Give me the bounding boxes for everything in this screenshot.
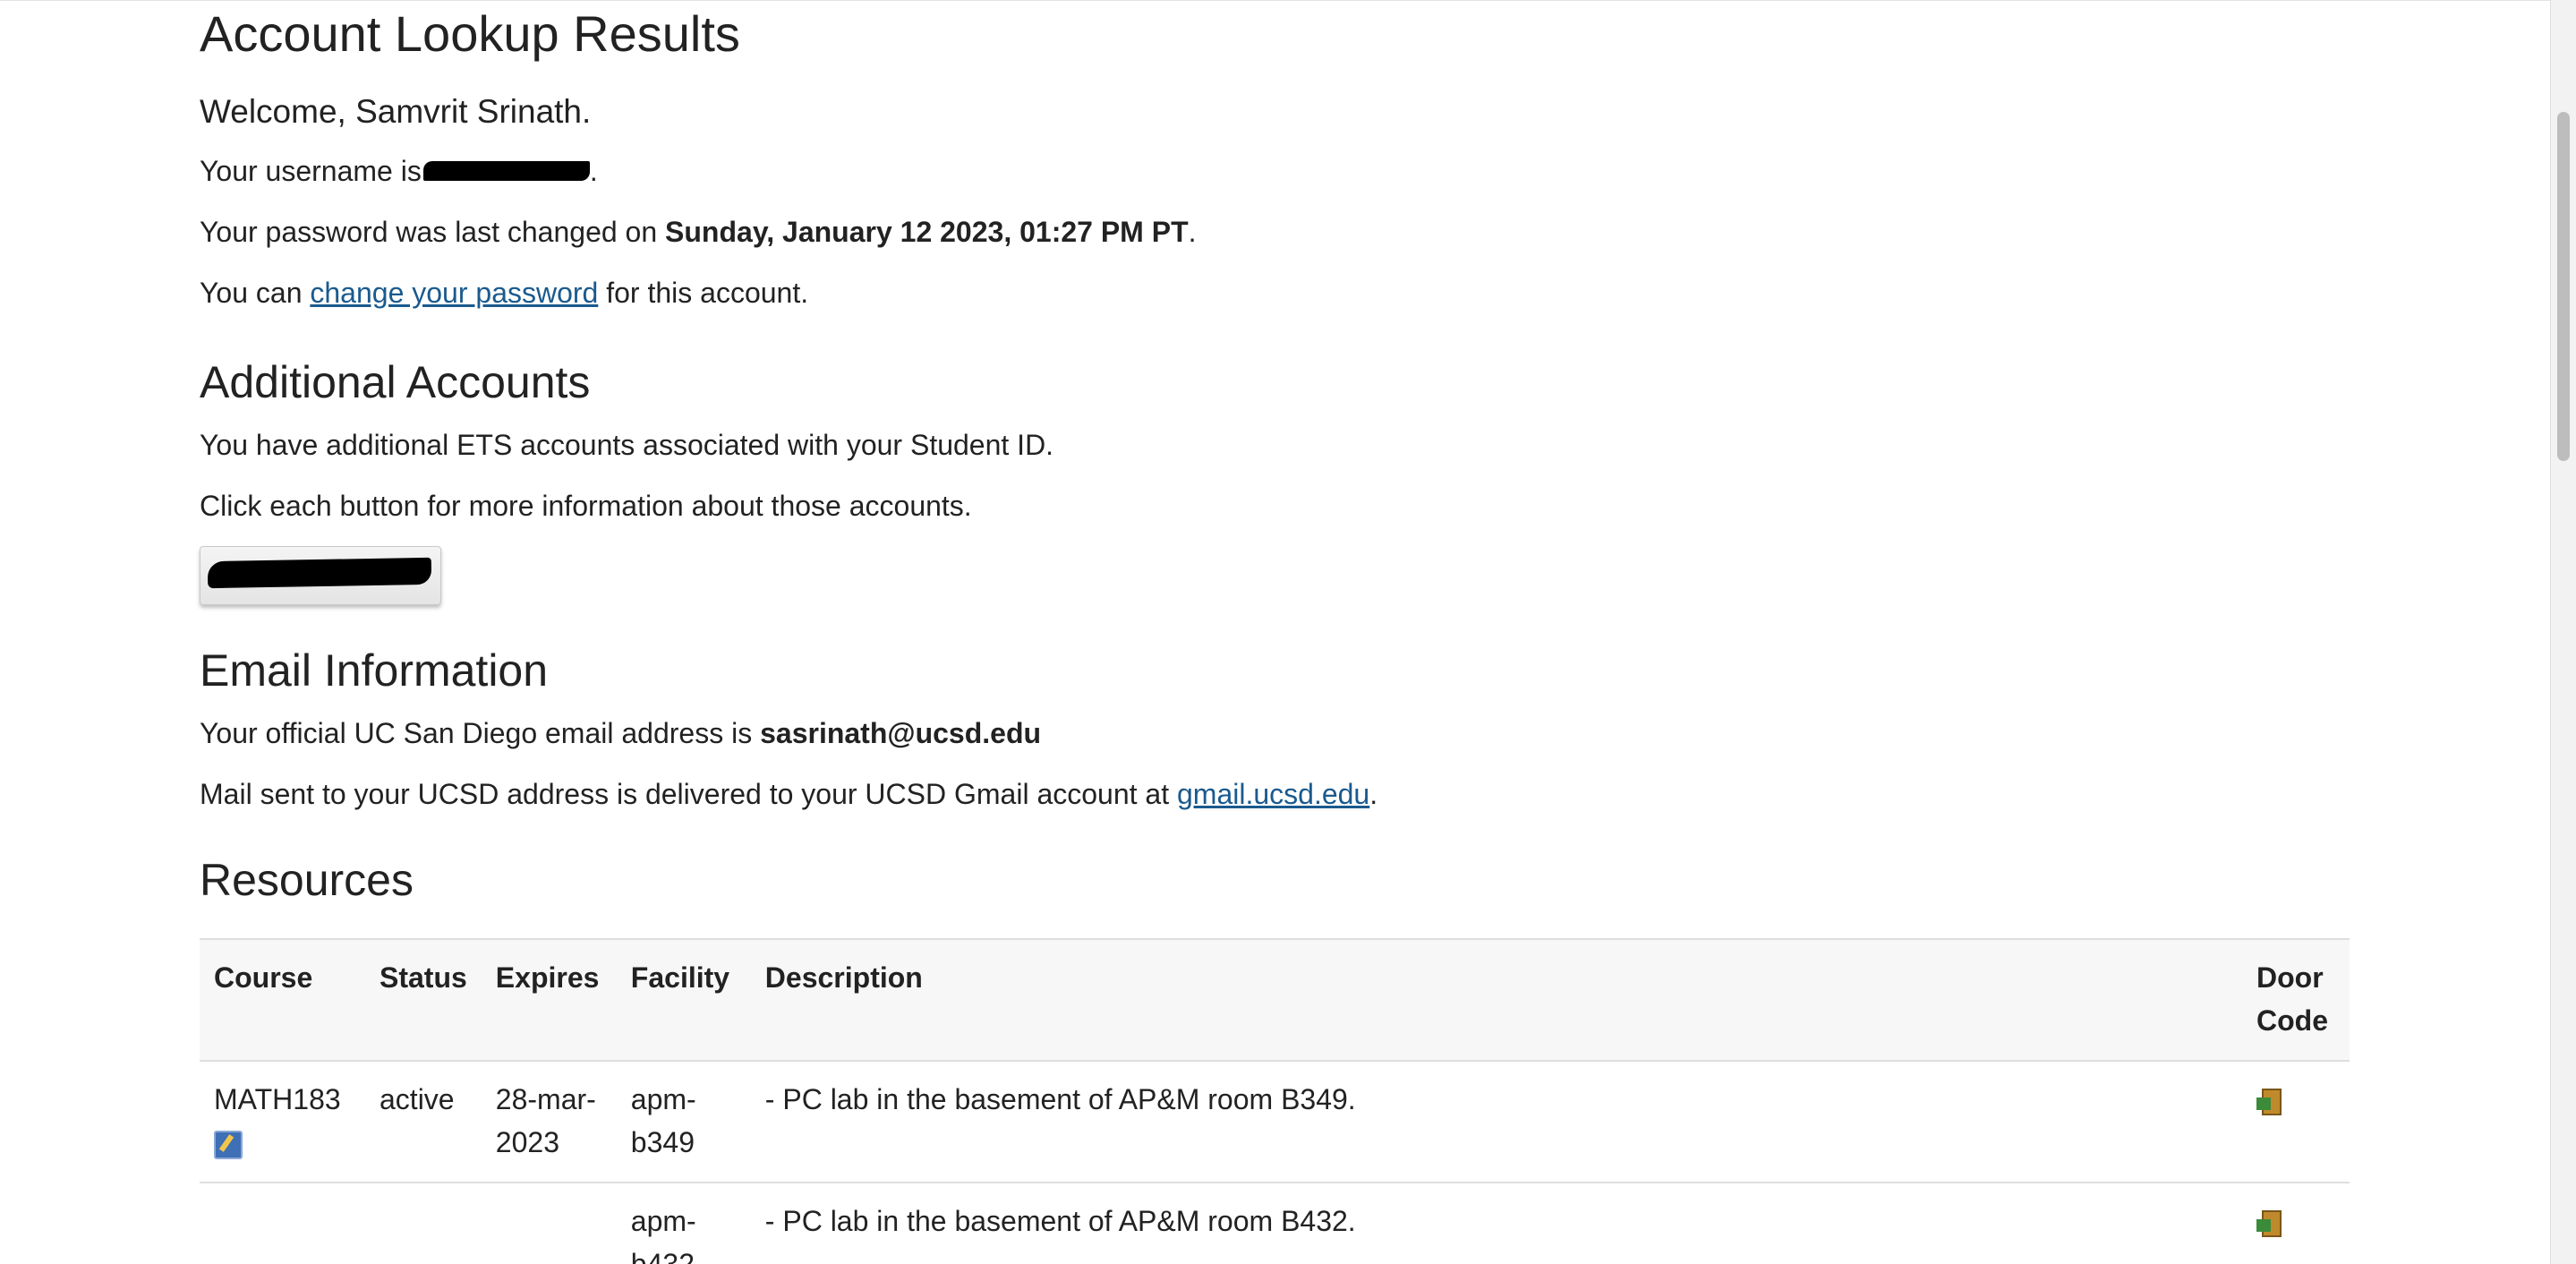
cell-description: - PC lab in the basement of AP&M room B3… <box>750 1061 2242 1183</box>
additional-account-button[interactable] <box>200 546 441 605</box>
cell-expires <box>481 1183 617 1264</box>
cell-facility: apm-b432 <box>616 1183 751 1264</box>
main-content: Account Lookup Results Welcome, Samvrit … <box>200 0 2350 1264</box>
official-email-line: Your official UC San Diego email address… <box>200 713 2348 754</box>
door-arrow <box>2256 1097 2271 1110</box>
column-header-door-code: Door Code <box>2242 938 2350 1062</box>
change-password-prefix: You can <box>200 277 311 309</box>
password-changed-line: Your password was last changed on Sunday… <box>200 211 2348 252</box>
page-title: Account Lookup Results <box>200 5 740 62</box>
cell-status <box>365 1183 482 1264</box>
username-suffix: . <box>589 155 598 187</box>
cell-course: MATH183 <box>200 1061 365 1183</box>
column-header-description: Description <box>750 938 2242 1062</box>
resources-table: Course Status Expires Facility Descripti… <box>200 938 2350 1264</box>
table-row: MATH183 active 28-mar-2023 apm-b349 - PC… <box>200 1061 2350 1183</box>
cell-course <box>200 1183 365 1264</box>
password-changed-label: Your password was last changed on <box>200 216 666 248</box>
password-changed-date: Sunday, January 12 2023, 01:27 PM PT <box>665 216 1189 248</box>
additional-accounts-heading: Additional Accounts <box>200 357 591 407</box>
gmail-delivery-line: Mail sent to your UCSD address is delive… <box>200 773 2348 815</box>
official-email-address: sasrinath@ucsd.edu <box>760 717 1042 749</box>
cell-status: active <box>365 1061 482 1183</box>
username-label: Your username is <box>200 155 422 187</box>
table-row: apm-b432 - PC lab in the basement of AP&… <box>200 1183 2350 1264</box>
door-code-icon[interactable] <box>2256 1088 2283 1115</box>
vertical-scrollbar[interactable] <box>2550 0 2576 1264</box>
cell-description: - PC lab in the basement of AP&M room B4… <box>750 1183 2242 1264</box>
column-header-expires: Expires <box>481 938 617 1062</box>
course-name: MATH183 <box>214 1083 341 1115</box>
username-line: Your username is. <box>200 150 2348 192</box>
door-arrow <box>2256 1218 2271 1232</box>
column-header-course: Course <box>200 938 365 1062</box>
password-changed-suffix: . <box>1188 216 1197 248</box>
cell-expires: 28-mar-2023 <box>481 1061 617 1183</box>
cell-door-code <box>2242 1183 2350 1264</box>
resources-heading: Resources <box>200 855 414 905</box>
column-header-facility: Facility <box>616 938 751 1062</box>
email-information-heading: Email Information <box>200 645 549 696</box>
change-password-link[interactable]: change your password <box>310 277 598 309</box>
redacted-account-name <box>207 557 432 589</box>
scrollbar-thumb[interactable] <box>2557 112 2570 461</box>
welcome-message: Welcome, Samvrit Srinath. <box>200 93 592 130</box>
edit-icon[interactable] <box>214 1130 243 1159</box>
gmail-link[interactable]: gmail.ucsd.edu <box>1177 778 1369 810</box>
cell-door-code <box>2242 1061 2350 1183</box>
official-email-label: Your official UC San Diego email address… <box>200 717 761 749</box>
table-header-row: Course Status Expires Facility Descripti… <box>200 938 2350 1062</box>
change-password-line: You can change your password for this ac… <box>200 272 2348 313</box>
gmail-delivery-label: Mail sent to your UCSD address is delive… <box>200 778 1177 810</box>
gmail-delivery-suffix: . <box>1369 778 1378 810</box>
additional-accounts-instructions: Click each button for more information a… <box>200 490 972 522</box>
additional-accounts-text: You have additional ETS accounts associa… <box>200 429 1054 461</box>
column-header-status: Status <box>365 938 482 1062</box>
door-code-icon[interactable] <box>2256 1209 2283 1237</box>
cell-facility: apm-b349 <box>616 1061 751 1183</box>
change-password-suffix: for this account. <box>598 277 809 309</box>
redacted-username <box>422 160 590 181</box>
